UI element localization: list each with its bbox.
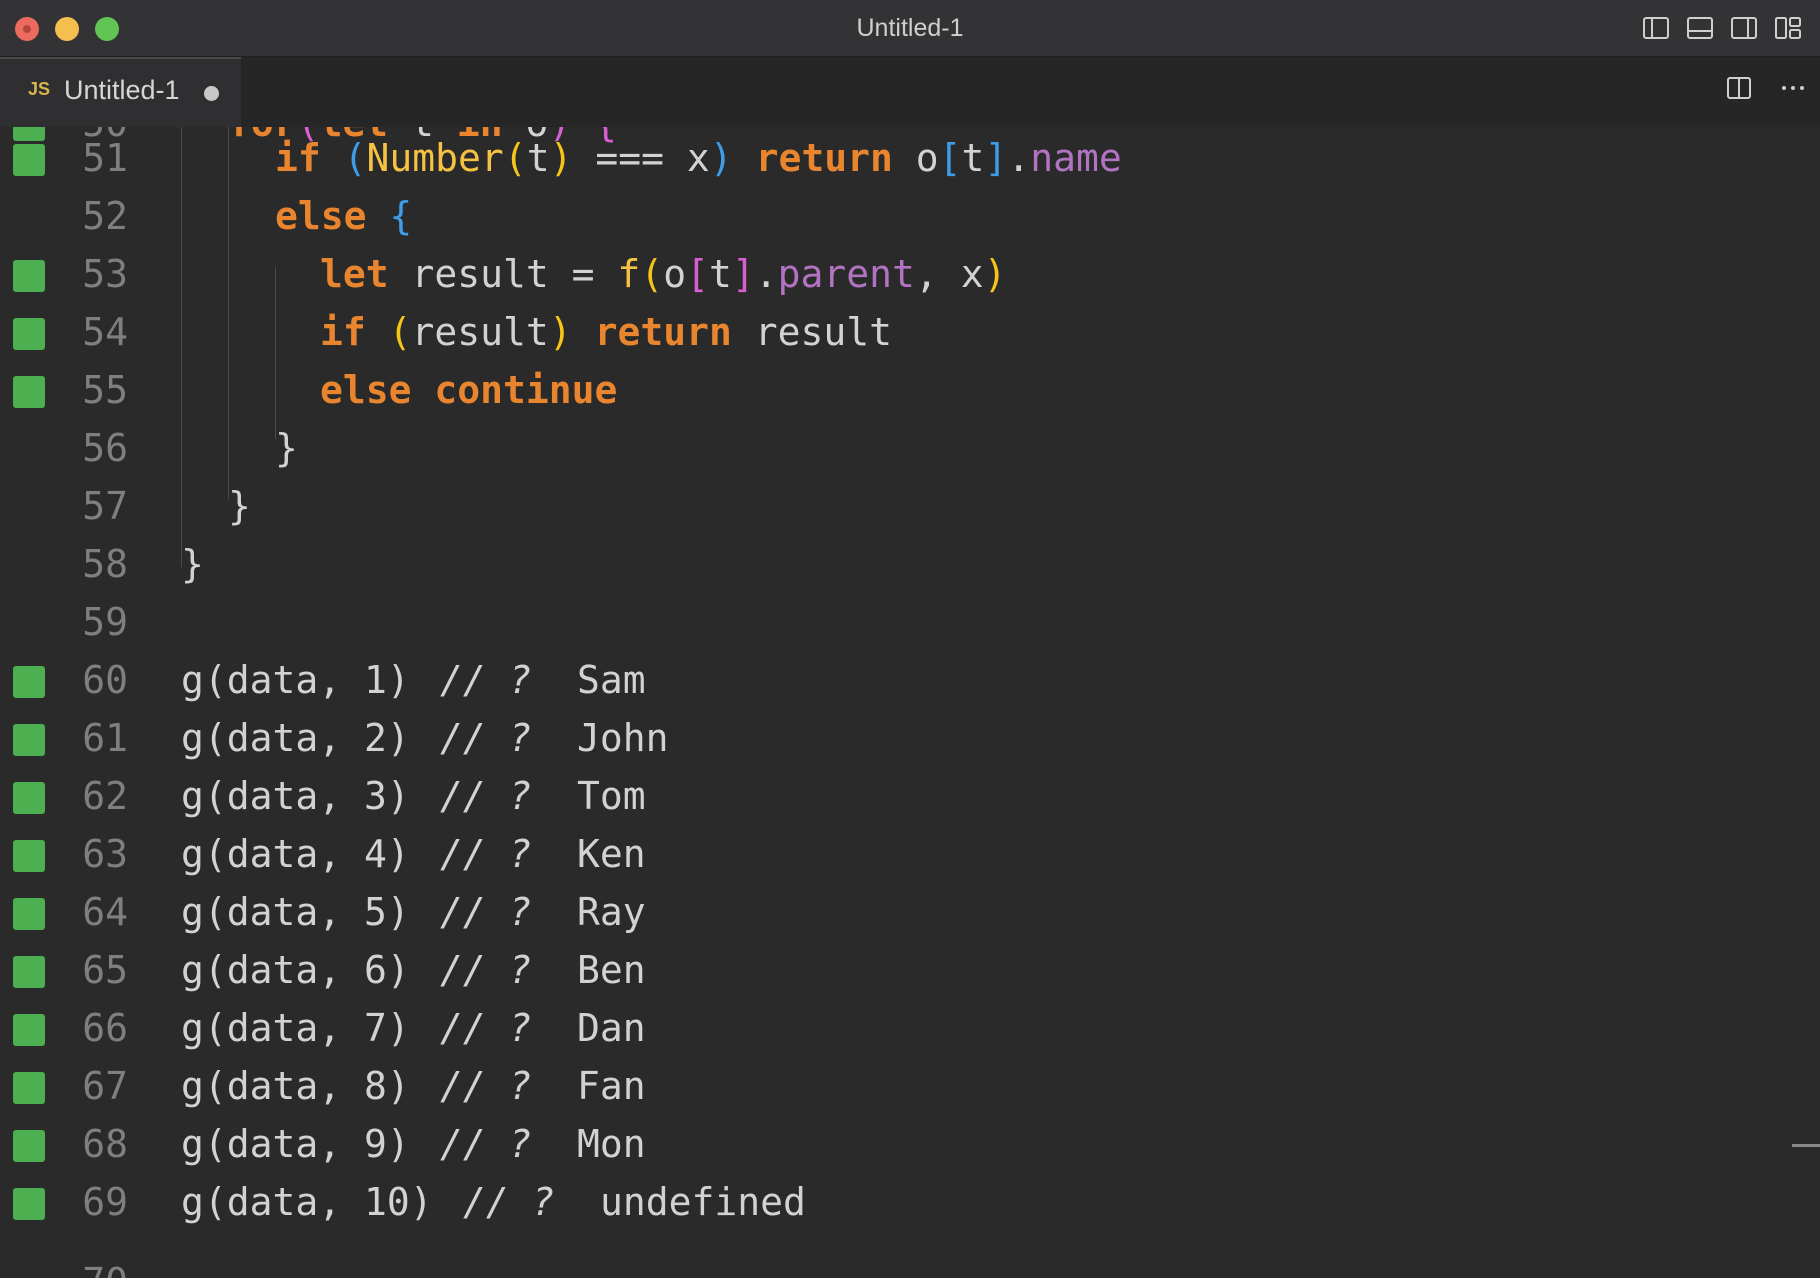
inline-result: Tom xyxy=(577,774,646,818)
coverage-marker xyxy=(13,376,45,408)
unsaved-dot-icon[interactable] xyxy=(204,86,219,101)
coverage-marker xyxy=(13,782,45,814)
layout-panel-icon[interactable] xyxy=(1686,14,1714,42)
tab-label: Untitled-1 xyxy=(64,75,180,105)
inline-result: Sam xyxy=(577,658,646,702)
line-number: 53 xyxy=(82,252,128,296)
coverage-marker xyxy=(13,724,45,756)
line-number: 67 xyxy=(82,1064,128,1108)
inline-result: Ben xyxy=(577,948,646,992)
scrollbar-marker[interactable] xyxy=(1792,1144,1820,1147)
code-line: 67 g(data, 8) // ? Fan xyxy=(0,1057,1792,1115)
line-number: 62 xyxy=(82,774,128,818)
coverage-marker xyxy=(13,1130,45,1162)
line-number: 65 xyxy=(82,948,128,992)
tab-untitled-1[interactable]: JS Untitled-1 xyxy=(0,57,241,127)
code-line: 58 } xyxy=(0,535,1792,593)
layout-custom-icon[interactable] xyxy=(1774,14,1802,42)
code-line: 57 } xyxy=(0,477,1792,535)
line-number: 51 xyxy=(82,136,128,180)
line-number: 52 xyxy=(82,194,128,238)
split-editor-icon[interactable] xyxy=(1726,75,1752,101)
inline-result: Mon xyxy=(577,1122,646,1166)
line-number: 58 xyxy=(82,542,128,586)
code-line: 68 g(data, 9) // ? Mon xyxy=(0,1115,1792,1173)
coverage-marker xyxy=(13,318,45,350)
more-actions-icon[interactable] xyxy=(1780,75,1806,101)
code-line: 54 if (result) return result xyxy=(0,303,1792,361)
coverage-marker xyxy=(13,840,45,872)
code-line: 55 else continue xyxy=(0,361,1792,419)
code-line: 59 xyxy=(0,593,1792,651)
line-number: 69 xyxy=(82,1180,128,1224)
line-number: 61 xyxy=(82,716,128,760)
coverage-marker xyxy=(13,956,45,988)
line-number: 55 xyxy=(82,368,128,412)
inline-result: undefined xyxy=(600,1180,806,1224)
title-bar: Untitled-1 xyxy=(0,0,1820,57)
line-number: 66 xyxy=(82,1006,128,1050)
line-number: 68 xyxy=(82,1122,128,1166)
code-line: 52 else { xyxy=(0,187,1792,245)
layout-sidebar-right-icon[interactable] xyxy=(1730,14,1758,42)
inline-result: Dan xyxy=(577,1006,646,1050)
line-number: 56 xyxy=(82,426,128,470)
line-number: 64 xyxy=(82,890,128,934)
line-number: 57 xyxy=(82,484,128,528)
code-line: 66 g(data, 7) // ? Dan xyxy=(0,999,1792,1057)
code-line: 61 g(data, 2) // ? John xyxy=(0,709,1792,767)
coverage-marker xyxy=(13,260,45,292)
coverage-marker xyxy=(13,898,45,930)
line-number: 70 xyxy=(60,1253,128,1278)
code-line: 56 } xyxy=(0,419,1792,477)
inline-result: Ray xyxy=(577,890,646,934)
code-line: 65 g(data, 6) // ? Ben xyxy=(0,941,1792,999)
coverage-marker xyxy=(13,144,45,176)
code-line: 70 xyxy=(0,1253,1792,1278)
coverage-marker xyxy=(13,1014,45,1046)
javascript-file-icon: JS xyxy=(28,79,51,99)
inline-result: John xyxy=(577,716,669,760)
line-number: 63 xyxy=(82,832,128,876)
line-number: 59 xyxy=(82,600,128,644)
inline-result: Ken xyxy=(577,832,646,876)
coverage-marker xyxy=(13,666,45,698)
layout-sidebar-left-icon[interactable] xyxy=(1642,14,1670,42)
inline-result: Fan xyxy=(577,1064,646,1108)
code-line: 51 if (Number(t) === x) return o[t].name xyxy=(0,129,1792,187)
tab-bar: JS Untitled-1 xyxy=(0,57,1820,127)
code-line: 64 g(data, 5) // ? Ray xyxy=(0,883,1792,941)
line-number: 60 xyxy=(82,658,128,702)
code-editor[interactable]: 50 for(let t in o) { 51 if (Number(t) ==… xyxy=(0,127,1820,1278)
code-line: 63 g(data, 4) // ? Ken xyxy=(0,825,1792,883)
code-line: 62 g(data, 3) // ? Tom xyxy=(0,767,1792,825)
code-line: 60 g(data, 1) // ? Sam xyxy=(0,651,1792,709)
window-title: Untitled-1 xyxy=(856,14,964,42)
coverage-marker xyxy=(13,1072,45,1104)
code-line: 69 g(data, 10) // ? undefined xyxy=(0,1173,1792,1231)
coverage-marker xyxy=(13,1188,45,1220)
line-number: 54 xyxy=(82,310,128,354)
code-line: 53 let result = f(o[t].parent, x) xyxy=(0,245,1792,303)
